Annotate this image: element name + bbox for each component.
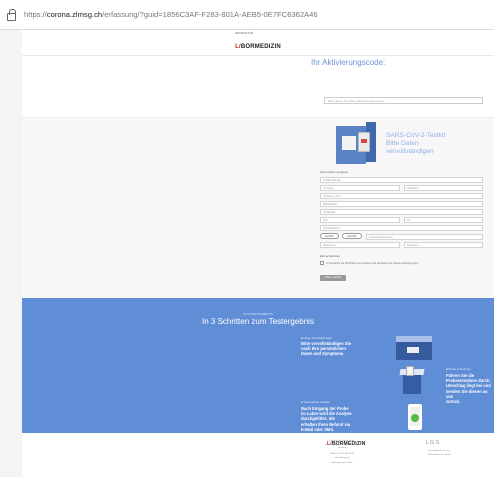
step2-text: Führen Sie die Probeentnahme durch. Umsc… [446,373,491,405]
firstname-field[interactable]: Vorname [320,185,400,191]
browser-window: https://corona.zlmsg.ch/erfassung/?guid=… [0,0,494,477]
url-text[interactable]: https://corona.zlmsg.ch/erfassung/?guid=… [24,10,318,19]
gender-male-button[interactable]: männlich [341,233,362,239]
step2-label: ■ Probe entnehmen [446,367,471,371]
email-field[interactable]: E-Mail-Adresse [320,177,483,183]
insurance-field[interactable]: Versichertennummer [365,233,483,240]
partner-text: Ein Unternehmen von Labormedizin St. Gal… [427,450,451,456]
open-box-illustration [399,366,425,396]
partner-logo[interactable]: LGS [426,440,440,446]
testdate-field[interactable]: Testdatum [403,242,483,248]
step3-text: Nach Eingang der Probe im Labor wird die… [301,406,352,432]
birthdate-field[interactable]: Geburtsdatum [320,225,483,231]
phone-result-illustration [408,404,422,430]
activation-section [22,56,494,118]
phone-field[interactable]: Mobiltelefon [320,201,483,207]
footer-address: Zentrum für Labormedizin Frohbergstrasse… [324,440,360,449]
step1-label: ■ Daten vervollständigen [301,336,332,340]
step3-label: ■ Testergebnis erhalten [301,400,331,404]
steps-pretitle: SO FUNKTIONIERT'S [243,312,273,316]
symptoms-field[interactable]: Symptome [320,242,400,248]
consent-label: Einverständnis [320,254,340,258]
consent-text: Ich bestätige die Richtigkeit der Angabe… [326,261,419,265]
site-logo[interactable]: ZENTRUM FÜR L/BORMEDIZIN [235,33,281,52]
lock-icon [7,8,16,21]
gender-female-button[interactable]: weiblich [320,233,339,239]
site-header: ZENTRUM FÜR L/BORMEDIZIN [22,30,494,56]
step1-text: Bitte vervollständigen Sie nach Ihre per… [301,341,352,357]
testkit-illustration [336,122,376,165]
city-field[interactable]: Ort [403,217,483,223]
logo-pretext: ZENTRUM FÜR [235,32,254,36]
registration-form: Persönliche Angaben E-Mail-Adresse Vorna… [320,170,483,283]
submit-button[interactable]: Daten senden [320,275,347,281]
package-illustration [396,336,432,360]
activation-title: Ihr Aktivierungscode: [311,58,386,67]
zip-field[interactable]: PLZ [320,217,400,223]
footer-hours: Öffnungszeiten Labor [331,462,353,464]
steps-title: In 3 Schritten zum Testergebnis [202,317,314,326]
check-icon [411,414,419,422]
activation-code-input[interactable]: Bitte geben Sie Ihren Aktivierungscode e… [324,97,483,104]
web-page: ZENTRUM FÜR L/BORMEDIZIN Ihr Aktivierung… [22,30,494,477]
consent-checkbox[interactable] [320,261,324,265]
form-section-label: Persönliche Angaben [320,170,349,174]
footer-contact: Telefon +41 71 494 39 00 info@zlmsg.ch [329,453,355,459]
intro-heading: SARS-CoV-2-Testkit Bitte Daten vervollst… [386,132,446,155]
address-bar[interactable]: https://corona.zlmsg.ch/erfassung/?guid=… [0,0,494,30]
street-field[interactable]: Strasse/Nr. [320,209,483,215]
lastname-field[interactable]: Nachname [403,185,483,191]
country-select[interactable]: Schweiz (+41) ▾ [320,193,483,199]
